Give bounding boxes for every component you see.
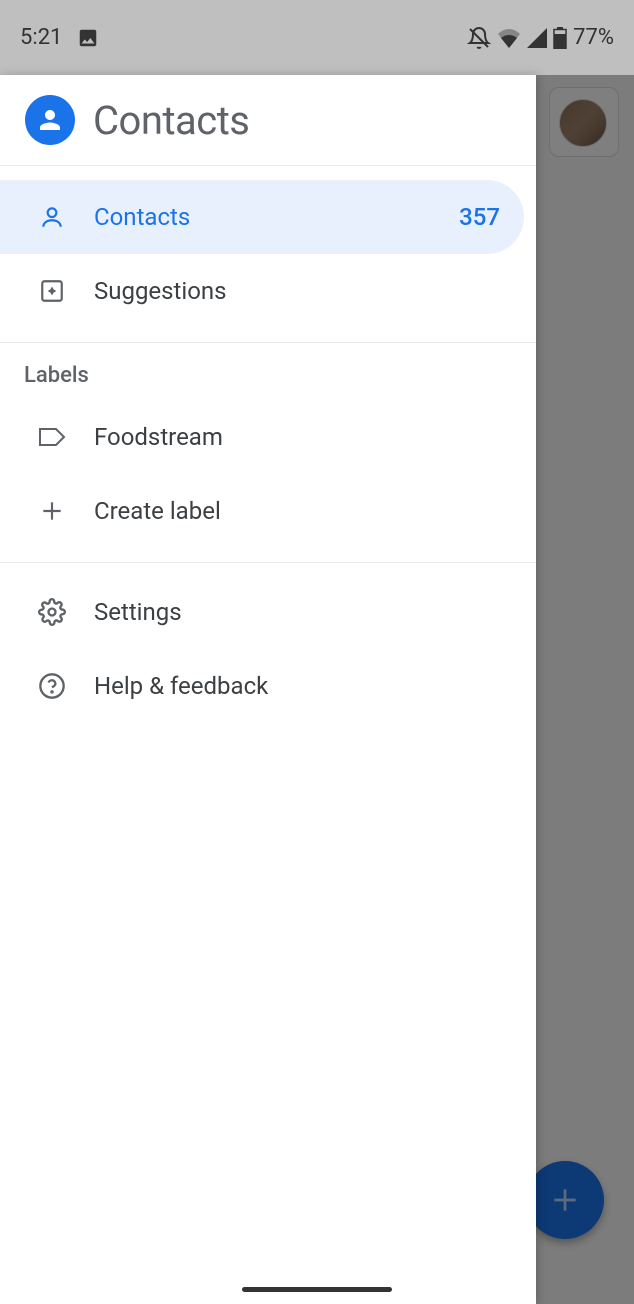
nav-item-help[interactable]: Help & feedback <box>0 649 536 723</box>
help-circle-icon <box>38 672 66 700</box>
plus-icon <box>38 497 66 525</box>
drawer-main-section: Contacts 357 Suggestions <box>0 166 536 328</box>
cellular-signal-icon <box>527 28 547 48</box>
nav-item-suggestions[interactable]: Suggestions <box>0 254 536 328</box>
home-indicator[interactable] <box>242 1287 392 1292</box>
wifi-icon <box>497 28 521 48</box>
navigation-drawer: Contacts Contacts 357 Suggestions La <box>0 75 536 1304</box>
label-item-label: Foodstream <box>94 423 512 451</box>
person-icon <box>38 203 66 231</box>
status-bar: 5:21 <box>0 0 634 75</box>
nav-item-contacts[interactable]: Contacts 357 <box>0 180 524 254</box>
labels-section-header: Labels <box>0 343 536 400</box>
status-left: 5:21 <box>20 25 99 50</box>
picture-notification-icon <box>77 27 99 49</box>
drawer-title: Contacts <box>93 97 249 144</box>
battery-icon <box>553 27 567 49</box>
label-icon <box>38 423 66 451</box>
gear-icon <box>38 598 66 626</box>
status-time: 5:21 <box>20 25 62 50</box>
battery-percentage: 77% <box>573 25 614 50</box>
contacts-logo-icon <box>25 95 75 145</box>
nav-item-count: 357 <box>459 203 500 231</box>
settings-label: Settings <box>94 598 512 626</box>
create-label-label: Create label <box>94 497 512 525</box>
label-item-foodstream[interactable]: Foodstream <box>0 400 536 474</box>
help-label: Help & feedback <box>94 672 512 700</box>
nav-item-label: Suggestions <box>94 277 512 305</box>
dnd-bell-off-icon <box>467 26 491 50</box>
nav-item-settings[interactable]: Settings <box>0 575 536 649</box>
nav-item-label: Contacts <box>94 203 431 231</box>
sparkle-box-icon <box>38 277 66 305</box>
status-right: 77% <box>467 25 614 50</box>
drawer-header: Contacts <box>0 75 536 166</box>
create-label-button[interactable]: Create label <box>0 474 536 548</box>
